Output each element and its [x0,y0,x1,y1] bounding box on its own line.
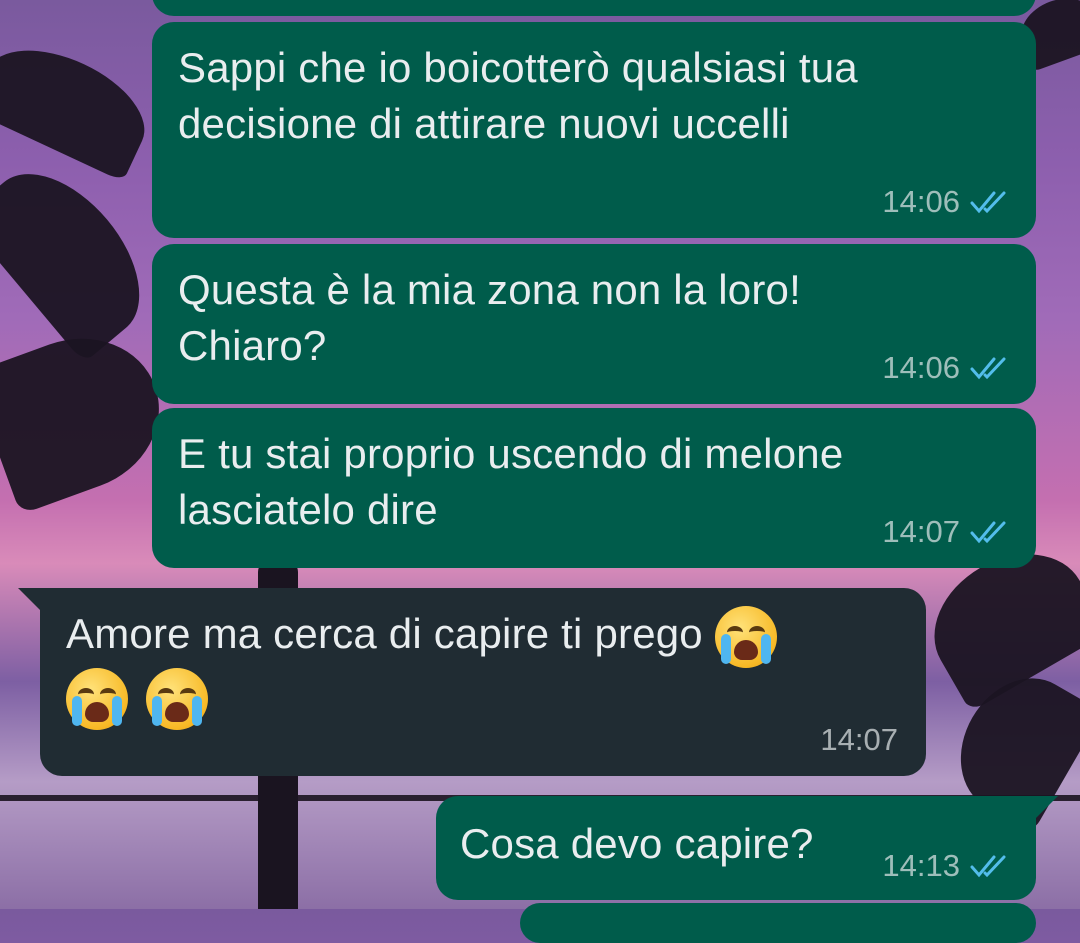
message-time: 14:07 [882,514,960,549]
message-content: Amore ma cerca di capire ti prego [66,606,906,730]
message-meta: 14:06 [882,184,1014,220]
read-ticks-icon [970,191,1006,214]
message-tail-outgoing [1036,796,1058,818]
read-ticks-icon [970,855,1006,878]
loudly-crying-face-icon [66,668,128,730]
message-meta: 14:07 [882,514,1014,550]
wallpaper-palm-frond [0,146,169,364]
message-text: Sappi che io boicotterò qualsiasi tua de… [178,44,858,147]
message-meta: 14:07 [820,722,898,758]
message-text: Amore ma cerca di capire ti prego [66,610,703,658]
loudly-crying-face-icon [714,606,777,668]
message-tail-incoming [18,588,40,610]
message-time: 14:06 [882,350,960,385]
message-bubble-outgoing[interactable]: Cosa devo capire? 14:13 [436,796,1036,900]
message-time: 14:07 [820,722,898,757]
message-bubble-outgoing-previous[interactable] [152,0,1036,16]
read-ticks-icon [970,357,1006,380]
read-ticks-icon [970,521,1006,544]
message-bubble-outgoing[interactable]: Questa è la mia zona non la loro! Chiaro… [152,244,1036,404]
message-bubble-incoming[interactable]: Amore ma cerca di capire ti prego 14:07 [40,588,926,776]
message-time: 14:06 [882,184,960,219]
wallpaper-palm-frond [0,28,162,182]
message-bubble-outgoing-next[interactable] [520,903,1036,943]
loudly-crying-face-icon [145,668,208,730]
message-meta: 14:13 [882,848,1014,884]
message-bubble-outgoing[interactable]: Sappi che io boicotterò qualsiasi tua de… [152,22,1036,238]
message-meta: 14:06 [882,350,1014,386]
message-time: 14:13 [882,848,960,883]
message-bubble-outgoing[interactable]: E tu stai proprio uscendo di melone lasc… [152,408,1036,568]
message-text: Questa è la mia zona non la loro! Chiaro… [178,266,801,369]
